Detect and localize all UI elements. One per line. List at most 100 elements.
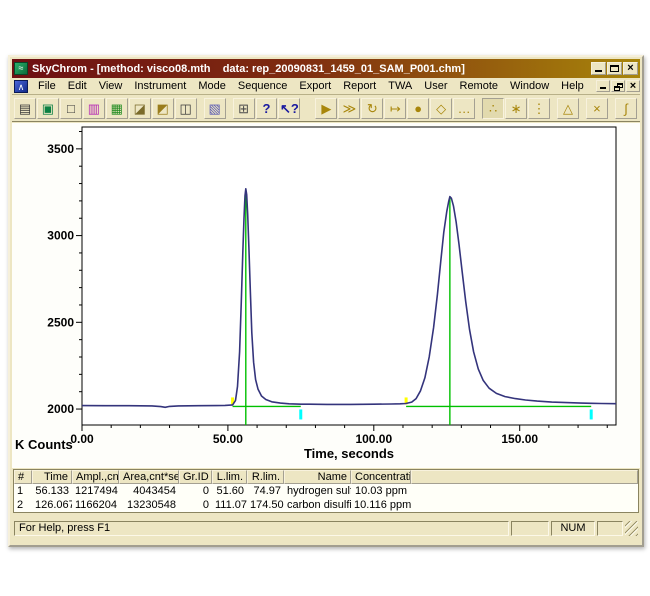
instrument-status-icon: ▣ <box>41 101 55 116</box>
column-header-Time[interactable]: Time <box>32 470 72 484</box>
new-file-icon: □ <box>66 101 75 116</box>
table-cell: 56.133 <box>35 485 69 497</box>
column-header-L.lim.[interactable]: L.lim. <box>212 470 247 484</box>
options-ellipsis-icon: ⋮ <box>532 101 546 116</box>
menu-item-mode[interactable]: Mode <box>192 79 232 93</box>
sparkle-icon: ∗ <box>510 101 522 116</box>
table-cell: 111.07 <box>215 499 247 511</box>
x-tick-label: 50.00 <box>213 432 243 446</box>
new-file-button[interactable]: □ <box>59 98 82 119</box>
menu-item-view[interactable]: View <box>93 79 129 93</box>
start-run-icon: ▶ <box>321 101 332 116</box>
child-close-icon: × <box>629 80 637 92</box>
title-bar[interactable]: ≈ SkyChrom - [method: visco08.mth data: … <box>12 59 640 78</box>
close-button[interactable]: × <box>623 62 638 75</box>
peaks-button[interactable]: △ <box>556 98 579 119</box>
minimize-button[interactable] <box>591 62 606 75</box>
maximize-button[interactable] <box>607 62 622 75</box>
peak-table[interactable]: #TimeAmpl.,cntArea,cnt*sec.Gr.IDL.lim.R.… <box>13 469 639 513</box>
chromatogram-window-button[interactable]: ▥ <box>82 98 105 119</box>
table-cell: 74.97 <box>253 485 281 497</box>
baseline-integral-button[interactable]: ∫ <box>614 98 637 119</box>
column-header-#[interactable]: # <box>14 470 32 484</box>
menu-item-window[interactable]: Window <box>504 79 555 93</box>
child-window-icon[interactable]: ∧ <box>14 79 28 93</box>
new-report-button[interactable]: ▤ <box>14 98 36 119</box>
table-cell: 10.116 ppm <box>354 499 411 511</box>
context-help-button[interactable]: ↖? <box>278 98 301 119</box>
axis-tool-button[interactable]: × <box>585 98 608 119</box>
fast-forward-button[interactable]: ≫ <box>338 98 361 119</box>
column-header-R.lim.[interactable]: R.lim. <box>247 470 284 484</box>
menu-item-edit[interactable]: Edit <box>62 79 93 93</box>
open-data-icon: ◩ <box>156 101 169 116</box>
fast-forward-icon: ≫ <box>342 101 357 116</box>
column-header-Concentration[interactable]: Concentration <box>351 470 411 484</box>
table-cell: 0 <box>202 485 209 497</box>
options-ellipsis-button[interactable]: ⋮ <box>528 98 550 119</box>
print-button[interactable]: ⊞ <box>232 98 255 119</box>
instrument-status-button[interactable]: ▣ <box>36 98 59 119</box>
column-header-Ampl.,cnt[interactable]: Ampl.,cnt <box>72 470 119 484</box>
events-button[interactable]: … <box>453 98 476 119</box>
menu-item-export[interactable]: Export <box>293 79 337 93</box>
scatter-points-button[interactable]: ∴ <box>482 98 505 119</box>
peak-table-header: #TimeAmpl.,cntArea,cnt*sec.Gr.IDL.lim.R.… <box>14 470 638 484</box>
menu-item-instrument[interactable]: Instrument <box>128 79 192 93</box>
table-cell: 1 <box>17 485 24 497</box>
chromatogram-panel[interactable]: 2000 2500 3000 3500 0.00 50.00 100.00 150.00 Tim… <box>12 123 640 468</box>
table-cell: 51.60 <box>216 485 244 497</box>
child-minimize-button[interactable] <box>596 80 610 92</box>
stop-run-button[interactable]: ● <box>407 98 430 119</box>
help-button[interactable]: ? <box>255 98 278 119</box>
scatter-points-icon: ∴ <box>488 101 498 116</box>
open-data-button[interactable]: ◩ <box>151 98 174 119</box>
column-header-Area,cnt*sec.[interactable]: Area,cnt*sec. <box>119 470 179 484</box>
child-close-button[interactable]: × <box>626 80 640 92</box>
plot-area[interactable] <box>81 126 617 426</box>
sparkle-button[interactable]: ∗ <box>505 98 528 119</box>
table-row[interactable]: 2 126.067 1166204 13230548 0 111.07 174.50 carb… <box>14 498 638 512</box>
column-header-filler[interactable] <box>411 470 638 484</box>
menu-item-report[interactable]: Report <box>337 79 382 93</box>
menu-items-container: File Edit View Instrument Mode Sequence Export… <box>32 79 590 93</box>
status-panel-scrl <box>597 521 623 536</box>
copy-button[interactable]: ▧ <box>203 98 226 119</box>
open-method-button[interactable]: ◪ <box>128 98 151 119</box>
table-cell: 1166204 <box>75 499 118 511</box>
x-axis-title: Time, seconds <box>304 446 394 461</box>
toolbar: ▤ ▣ □ ▥ ▦ ◪ ◩ ◫ ▧ ⊞? ↖? ▶ ≫ ↻ ↦ ● ◇ … ∴ ∗ ⋮ △ × ∫ <box>12 96 640 122</box>
repeat-run-button[interactable]: ↻ <box>361 98 384 119</box>
exchange-button[interactable]: ◇ <box>430 98 453 119</box>
menu-item-twa[interactable]: TWA <box>382 79 418 93</box>
stop-run-icon: ● <box>414 101 423 116</box>
table-cell: 10.03 ppm <box>355 485 407 497</box>
column-header-Gr.ID[interactable]: Gr.ID <box>179 470 212 484</box>
menu-item-sequence[interactable]: Sequence <box>232 79 294 93</box>
status-message: For Help, press F1 <box>14 521 509 536</box>
skip-to-end-button[interactable]: ↦ <box>384 98 407 119</box>
chromatogram-window-icon: ▥ <box>87 101 100 116</box>
window-title: SkyChrom - [method: visco08.mth data: re… <box>32 62 465 75</box>
sequence-window-button[interactable]: ▦ <box>105 98 128 119</box>
repeat-run-icon: ↻ <box>366 101 378 116</box>
menu-item-file[interactable]: File <box>32 79 62 93</box>
menu-item-remote[interactable]: Remote <box>454 79 505 93</box>
start-run-button[interactable]: ▶ <box>315 98 338 119</box>
menu-item-help[interactable]: Help <box>555 79 590 93</box>
x-tick-label: 100.00 <box>355 432 392 446</box>
print-icon: ⊞ <box>238 101 249 116</box>
events-icon: … <box>457 101 471 116</box>
resize-grip-icon[interactable] <box>625 521 638 536</box>
column-header-Name[interactable]: Name <box>284 470 351 484</box>
peak-table-body: 1 56.133 1217494 4043454 0 51.60 74.97 hydrogen… <box>14 484 638 512</box>
peaks-icon: △ <box>562 101 573 116</box>
child-restore-button[interactable] <box>611 80 625 92</box>
chromatogram-svg[interactable]: 2000 2500 3000 3500 0.00 50.00 100.00 150.00 Tim… <box>12 123 644 468</box>
menu-item-user[interactable]: User <box>418 79 453 93</box>
table-row[interactable]: 1 56.133 1217494 4043454 0 51.60 74.97 hydrogen… <box>14 484 638 498</box>
table-cell: 126.067 <box>35 499 72 511</box>
save-button[interactable]: ◫ <box>174 98 197 119</box>
table-cell: carbon disulfide <box>287 499 351 511</box>
context-help-icon: ↖? <box>280 101 299 116</box>
